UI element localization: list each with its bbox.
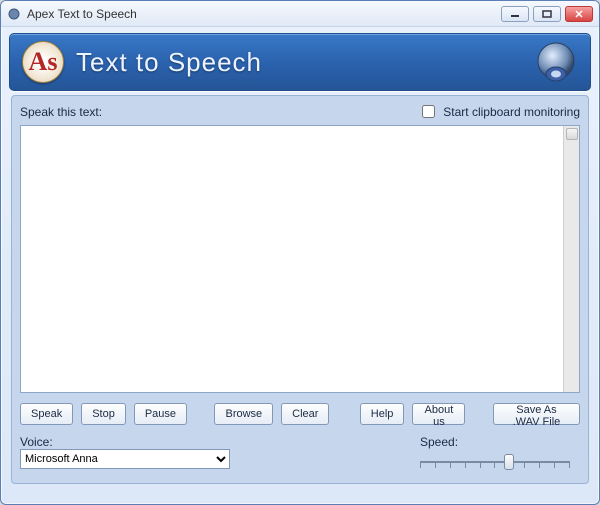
stop-button[interactable]: Stop [81, 403, 126, 425]
header-banner: As Text to Speech [9, 33, 591, 91]
voice-select[interactable]: Microsoft Anna [20, 449, 230, 469]
app-icon [7, 7, 21, 21]
maximize-icon [542, 10, 552, 18]
maximize-button[interactable] [533, 6, 561, 22]
window-controls [501, 6, 593, 22]
about-us-button[interactable]: About us [412, 403, 465, 425]
titlebar: Apex Text to Speech [1, 1, 599, 27]
slider-thumb[interactable] [504, 454, 514, 470]
speak-button[interactable]: Speak [20, 403, 73, 425]
action-button-row: Speak Stop Pause Browse Clear Help About… [20, 403, 580, 425]
scrollbar[interactable] [563, 126, 579, 392]
voice-label: Voice: [20, 435, 230, 449]
scrollbar-thumb[interactable] [566, 128, 578, 140]
speaker-icon [532, 39, 580, 87]
top-row: Speak this text: Start clipboard monitor… [20, 102, 580, 121]
pause-button[interactable]: Pause [134, 403, 187, 425]
close-icon [574, 10, 584, 18]
clear-button[interactable]: Clear [281, 403, 329, 425]
browse-button[interactable]: Browse [214, 403, 273, 425]
window-title: Apex Text to Speech [27, 7, 501, 21]
speed-label: Speed: [420, 435, 580, 449]
main-panel: Speak this text: Start clipboard monitor… [11, 95, 589, 484]
clipboard-monitor-checkbox[interactable]: Start clipboard monitoring [418, 102, 580, 121]
speed-column: Speed: [420, 435, 580, 473]
close-button[interactable] [565, 6, 593, 22]
app-window: Apex Text to Speech As Text to Speech [0, 0, 600, 505]
speak-this-text-label: Speak this text: [20, 105, 102, 119]
bottom-row: Voice: Microsoft Anna Speed: [20, 435, 580, 473]
minimize-button[interactable] [501, 6, 529, 22]
app-logo: As [22, 41, 64, 83]
help-button[interactable]: Help [360, 403, 405, 425]
save-wav-button[interactable]: Save As .WAV File [493, 403, 580, 425]
slider-ticks [420, 463, 570, 468]
clipboard-monitor-label: Start clipboard monitoring [443, 105, 580, 119]
speech-text-container [20, 125, 580, 393]
minimize-icon [510, 10, 520, 18]
speech-text-input[interactable] [21, 126, 563, 392]
speed-slider[interactable] [420, 451, 570, 473]
banner-title: Text to Speech [76, 47, 262, 78]
voice-column: Voice: Microsoft Anna [20, 435, 230, 469]
clipboard-monitor-input[interactable] [422, 105, 435, 118]
